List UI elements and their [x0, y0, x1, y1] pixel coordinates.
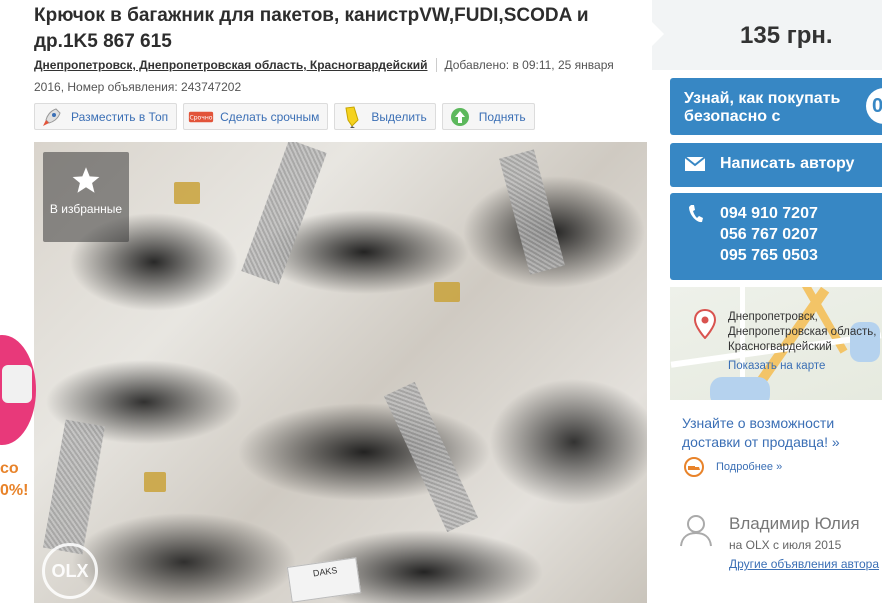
price-notch: [652, 22, 664, 46]
up-arrow-icon: [447, 106, 473, 128]
map-water: [710, 377, 770, 400]
ad-location-link[interactable]: Днепропетровск, Днепропетровская область…: [34, 58, 428, 72]
map-pin-icon: [693, 308, 717, 344]
photo-clip: [434, 282, 460, 302]
photo-strap: [383, 381, 479, 533]
add-to-favorites-button[interactable]: В избранные: [43, 152, 129, 242]
phone-icon: [688, 204, 704, 229]
sticker-text: DAKS: [312, 565, 338, 579]
envelope-icon: [684, 156, 706, 177]
photo-strap: [43, 419, 105, 555]
make-urgent-button[interactable]: Срочно Сделать срочным: [183, 103, 329, 130]
show-on-map-link[interactable]: Показать на карте: [728, 360, 825, 372]
safe-buy-button[interactable]: Узнай, как покупать безопасно с 0: [670, 78, 882, 135]
safe-buy-label: Узнай, как покупать безопасно с: [684, 90, 841, 125]
promo-text-line: 0%!: [0, 482, 29, 499]
olx-watermark: OLX: [42, 543, 98, 599]
promo-text: со 0%!: [0, 458, 28, 502]
photo-clip: [174, 182, 200, 204]
make-urgent-label: Сделать срочным: [220, 109, 320, 124]
highlight-label: Выделить: [371, 109, 427, 124]
ad-actions-bar: Разместить в Топ Срочно Сделать срочным …: [34, 103, 535, 130]
delivery-more-row: Подробнее »: [682, 456, 782, 478]
favorites-label: В избранные: [49, 202, 123, 216]
phone-number[interactable]: 056 767 0207: [720, 224, 818, 245]
urgent-badge-text: Срочно: [190, 114, 213, 121]
promo-banner[interactable]: [0, 335, 36, 445]
van-icon: [2, 365, 32, 403]
promote-top-label: Разместить в Топ: [71, 109, 169, 124]
bump-up-label: Поднять: [478, 109, 526, 124]
ad-title: Крючок в багажник для пакетов, канистрVW…: [34, 5, 589, 52]
price-box: 135 грн.: [652, 0, 882, 70]
other-ads-link[interactable]: Другие объявления автора: [729, 557, 879, 571]
more-details-link[interactable]: Подробнее »: [716, 461, 782, 473]
seller-name: Владимир Юлия: [729, 514, 860, 533]
meta-divider: [435, 58, 437, 72]
highlight-button[interactable]: Выделить: [334, 103, 436, 130]
urgent-tag-icon: Срочно: [188, 106, 214, 128]
highlighter-icon: [339, 105, 365, 128]
star-icon: [43, 166, 129, 194]
phone-number[interactable]: 095 765 0503: [720, 245, 818, 266]
map-address: Днепропетровск, Днепропетровская область…: [728, 311, 877, 353]
seller-since: на OLX с июля 2015: [729, 538, 842, 552]
promo-text-line: со: [0, 460, 19, 477]
photo-strap: [499, 149, 565, 275]
ad-meta: Днепропетровск, Днепропетровская область…: [34, 54, 634, 98]
write-author-button[interactable]: Написать автору: [670, 143, 882, 187]
price: 135 грн.: [740, 22, 833, 49]
phones-box[interactable]: 094 910 7207 056 767 0207 095 765 0503: [670, 193, 882, 280]
photo-strap: [241, 142, 327, 285]
delivery-info-link[interactable]: Узнайте о возможности доставки от продав…: [682, 414, 882, 452]
promote-top-button[interactable]: Разместить в Топ: [34, 103, 178, 130]
photo-clip: [144, 472, 166, 492]
write-author-label: Написать автору: [720, 155, 855, 172]
location-map[interactable]: Днепропетровск, Днепропетровская область…: [670, 287, 882, 400]
phone-list: 094 910 7207 056 767 0207 095 765 0503: [720, 203, 818, 266]
bump-up-button[interactable]: Поднять: [441, 103, 535, 130]
delivery-truck-icon: [682, 456, 706, 478]
photo-sticker: DAKS: [286, 557, 362, 603]
user-avatar-icon: [678, 512, 714, 553]
phone-number[interactable]: 094 910 7207: [720, 203, 818, 224]
rocket-icon: [39, 106, 65, 128]
